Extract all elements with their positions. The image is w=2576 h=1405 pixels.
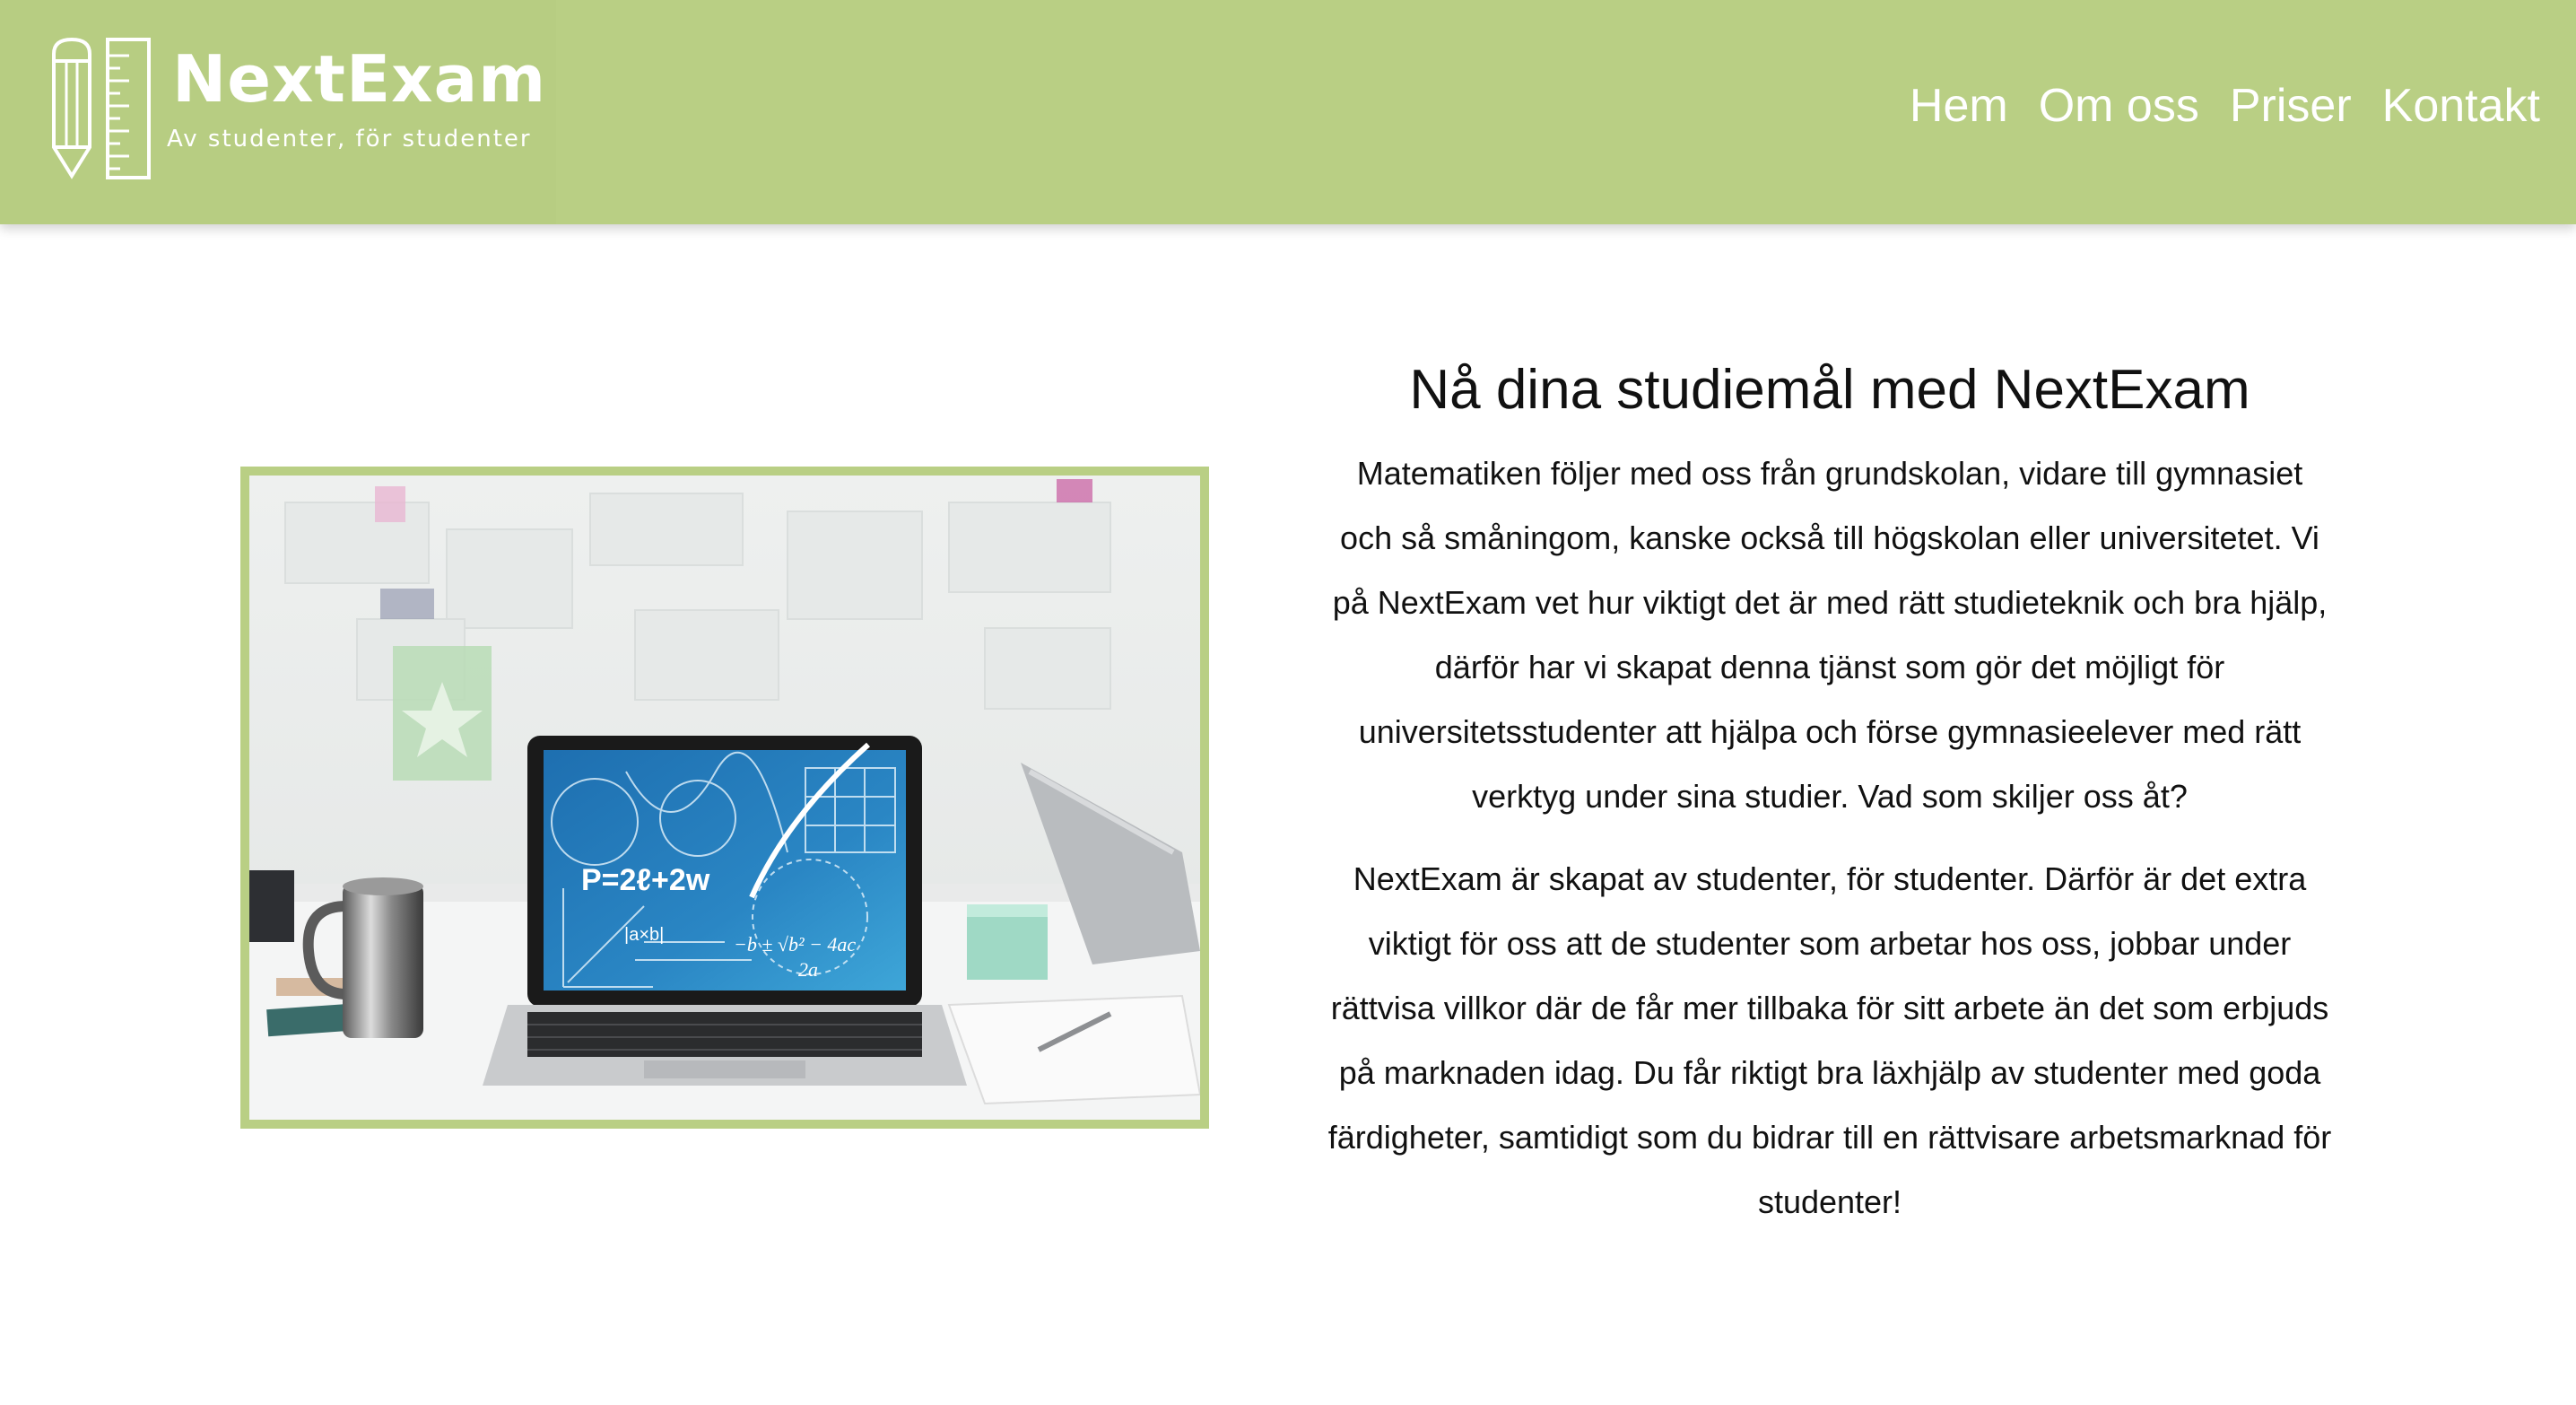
site-header: NextExam Av studenter, för studenter Hem…: [0, 0, 2576, 224]
intro-paragraph: Matematiken följer med oss från grundsko…: [1332, 455, 2328, 816]
brand-tagline: Av studenter, för studenter: [167, 126, 532, 153]
nav-link-hem[interactable]: Hem: [1910, 83, 2008, 129]
pencil-ruler-icon: [52, 37, 151, 179]
screen-formula-perimeter: P=2ℓ+2w: [581, 863, 710, 897]
nav-link-kontakt[interactable]: Kontakt: [2382, 83, 2540, 129]
page-title: Nå dina studiemål med NextExam: [1409, 359, 2250, 421]
about-paragraph: NextExam är skapat av studenter, för stu…: [1327, 860, 2332, 1221]
main-nav: Hem Om oss Priser Kontakt: [1910, 83, 2540, 129]
main-content: Nå dina studiemål med NextExam Matematik…: [1327, 357, 2332, 1252]
nav-link-om-oss[interactable]: Om oss: [2039, 83, 2199, 129]
screen-label-abs: |a×b|: [624, 925, 664, 945]
hero-image-frame: P=2ℓ+2w −b ± √b² − 4ac 2a |a×b|: [240, 467, 1209, 1129]
screen-formula-denominator: 2a: [798, 958, 818, 981]
screen-formula-quadratic: −b ± √b² − 4ac: [734, 933, 856, 956]
hero-image-laptop-math: P=2ℓ+2w −b ± √b² − 4ac 2a |a×b|: [249, 476, 1200, 1120]
brand-name: NextExam: [172, 41, 547, 117]
site-logo[interactable]: NextExam Av studenter, för studenter: [0, 0, 556, 224]
nav-link-priser[interactable]: Priser: [2230, 83, 2352, 129]
